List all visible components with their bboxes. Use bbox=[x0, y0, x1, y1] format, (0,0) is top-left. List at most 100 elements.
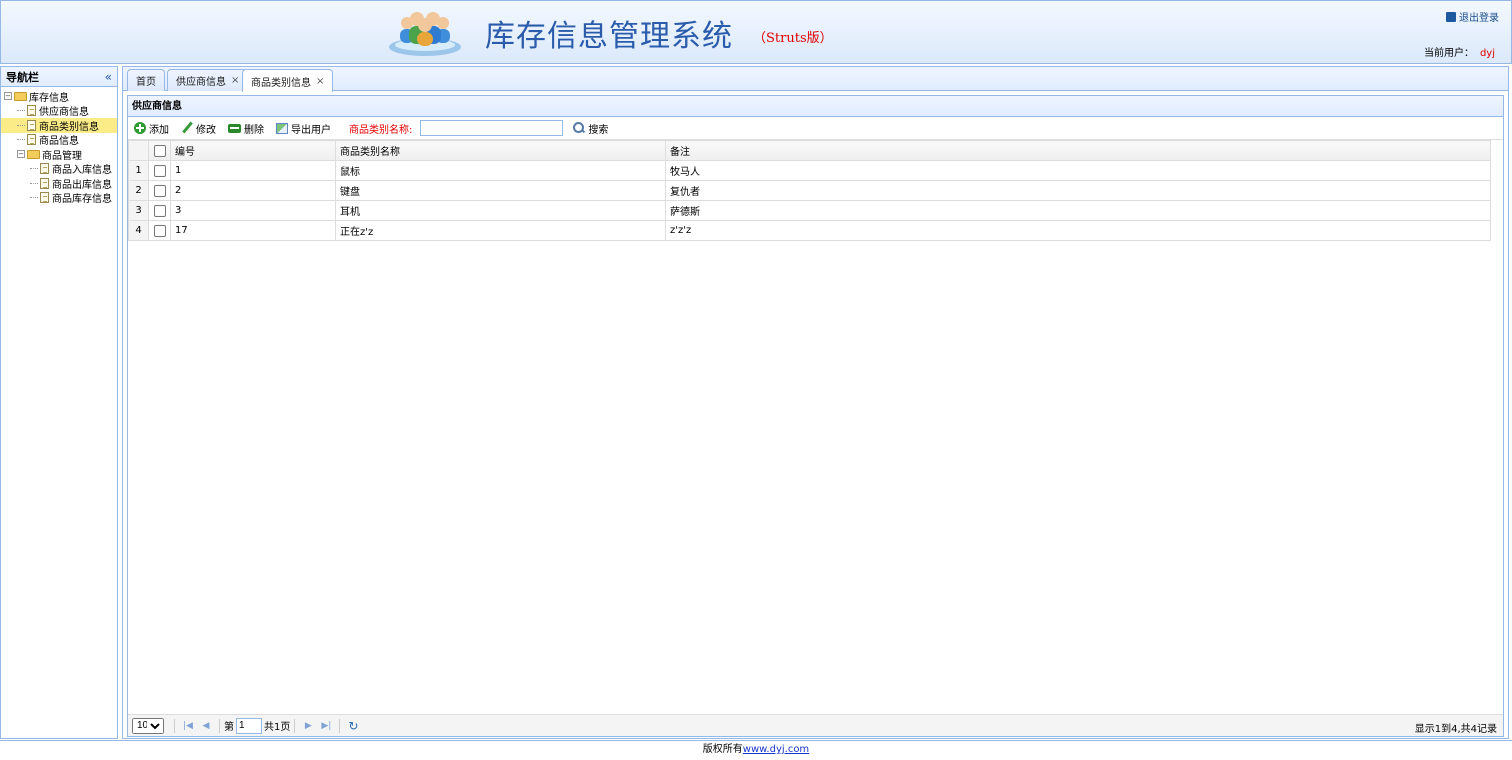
row-number-header bbox=[128, 140, 149, 161]
file-icon bbox=[27, 134, 36, 146]
tab-label: 供应商信息 bbox=[176, 77, 226, 88]
page-total: 共1页 bbox=[264, 722, 291, 733]
tab-home[interactable]: 首页 bbox=[127, 69, 165, 91]
pager-separator bbox=[339, 718, 341, 733]
tree-label: 商品信息 bbox=[39, 136, 79, 148]
add-button[interactable]: 添加 bbox=[134, 121, 169, 136]
collapse-tree-icon[interactable]: − bbox=[17, 150, 25, 159]
file-icon bbox=[40, 177, 49, 189]
edit-button[interactable]: 修改 bbox=[181, 121, 216, 136]
tree-item-stock-out[interactable]: 商品出库信息 bbox=[1, 176, 117, 191]
tree-connector bbox=[17, 139, 25, 141]
footer: 版权所有www.dyj.com bbox=[0, 740, 1512, 760]
checkbox-icon bbox=[153, 184, 166, 197]
first-page-icon[interactable]: |◀ bbox=[179, 721, 197, 731]
nav-header: 导航栏 « bbox=[1, 67, 117, 87]
current-user-name: dyj bbox=[1479, 48, 1495, 59]
export-button[interactable]: 导出用户 bbox=[276, 121, 331, 136]
row-checkbox[interactable] bbox=[148, 200, 171, 221]
page-number-input[interactable] bbox=[236, 717, 262, 734]
row-checkbox[interactable] bbox=[148, 160, 171, 181]
search-icon bbox=[573, 122, 585, 134]
page-size-select[interactable]: 10 bbox=[132, 717, 164, 734]
tree-label: 商品类别信息 bbox=[39, 121, 99, 133]
cell-name: 鼠标 bbox=[335, 160, 666, 181]
current-user: 当前用户： dyj bbox=[1424, 44, 1495, 59]
tab-label: 首页 bbox=[136, 77, 156, 88]
file-icon bbox=[27, 105, 36, 117]
last-page-icon[interactable]: ▶| bbox=[317, 721, 335, 731]
collapse-icon[interactable]: « bbox=[105, 70, 112, 84]
prev-page-icon[interactable]: ◀ bbox=[197, 721, 215, 731]
page-prefix: 第 bbox=[224, 722, 234, 733]
cell-note: 复仇者 bbox=[665, 180, 1491, 201]
table-row[interactable]: 3 3 耳机 萨德斯 bbox=[128, 200, 1491, 221]
close-icon[interactable]: × bbox=[231, 75, 239, 86]
tree-connector bbox=[17, 124, 25, 126]
tree-label: 商品管理 bbox=[42, 150, 82, 162]
column-header-name[interactable]: 商品类别名称 bbox=[335, 140, 666, 161]
tab-category[interactable]: 商品类别信息 × bbox=[242, 69, 334, 92]
file-icon bbox=[40, 163, 49, 175]
tree-label: 商品出库信息 bbox=[52, 179, 112, 191]
tree-folder-inventory[interactable]: − 库存信息 bbox=[1, 89, 117, 104]
close-icon[interactable]: × bbox=[316, 76, 324, 87]
refresh-icon[interactable]: ↻ bbox=[344, 719, 362, 733]
tree-label: 供应商信息 bbox=[39, 107, 89, 119]
category-table: 编号 商品类别名称 备注 1 1 鼠标 牧马人 2 2 键盘 复仇者 3 3 耳… bbox=[128, 140, 1491, 241]
category-name-input[interactable] bbox=[420, 120, 564, 136]
tree-connector bbox=[30, 168, 38, 170]
logout-label: 退出登录 bbox=[1459, 13, 1499, 24]
toolbar: 添加 修改 删除 导出用户 商品类别名称: 搜索 bbox=[128, 117, 1503, 140]
copyright-text: 版权所有 bbox=[702, 744, 743, 755]
current-user-label: 当前用户： bbox=[1423, 48, 1474, 59]
search-button[interactable]: 搜索 bbox=[573, 121, 608, 136]
app-subtitle: （Struts版） bbox=[753, 31, 833, 46]
row-checkbox[interactable] bbox=[148, 180, 171, 201]
file-icon bbox=[40, 192, 49, 204]
sidebar-nav: 导航栏 « − 库存信息 供应商信息 商品类别信息 商品信息 − 商品管理 商品… bbox=[0, 66, 118, 739]
tree-item-stock[interactable]: 商品库存信息 bbox=[1, 191, 117, 206]
next-page-icon[interactable]: ▶ bbox=[299, 721, 317, 731]
tab-supplier[interactable]: 供应商信息 × bbox=[167, 69, 249, 91]
tree-item-category[interactable]: 商品类别信息 bbox=[1, 118, 117, 133]
row-number: 2 bbox=[128, 180, 149, 201]
logout-button[interactable]: 退出登录 bbox=[1446, 9, 1499, 24]
column-header-id[interactable]: 编号 bbox=[170, 140, 336, 161]
pager-separator bbox=[219, 718, 220, 733]
tree-item-stock-in[interactable]: 商品入库信息 bbox=[1, 162, 117, 177]
cell-id: 3 bbox=[170, 200, 336, 221]
export-label: 导出用户 bbox=[291, 124, 331, 136]
tree-label: 商品库存信息 bbox=[52, 194, 112, 206]
cell-note: z'z'z bbox=[665, 220, 1491, 241]
tree-folder-goods-manage[interactable]: − 商品管理 bbox=[1, 147, 117, 162]
table-row[interactable]: 4 17 正在z'z z'z'z bbox=[128, 220, 1491, 241]
row-checkbox[interactable] bbox=[148, 220, 171, 241]
folder-open-icon bbox=[27, 149, 40, 159]
footer-link[interactable]: www.dyj.com bbox=[743, 744, 809, 755]
add-label: 添加 bbox=[149, 124, 169, 136]
tree-item-goods[interactable]: 商品信息 bbox=[1, 133, 117, 148]
tab-bar: 首页 供应商信息 × 商品类别信息 × bbox=[123, 67, 1508, 92]
collapse-tree-icon[interactable]: − bbox=[4, 92, 12, 101]
tab-label: 商品类别信息 bbox=[251, 77, 311, 89]
select-all-checkbox[interactable] bbox=[148, 140, 171, 161]
table-row[interactable]: 2 2 键盘 复仇者 bbox=[128, 180, 1491, 201]
delete-button[interactable]: 删除 bbox=[228, 121, 264, 136]
add-icon bbox=[134, 122, 146, 134]
pager-separator bbox=[174, 718, 175, 733]
tree-item-supplier[interactable]: 供应商信息 bbox=[1, 104, 117, 119]
logout-icon bbox=[1446, 11, 1456, 22]
table-row[interactable]: 1 1 鼠标 牧马人 bbox=[128, 160, 1491, 181]
delete-icon bbox=[228, 123, 241, 133]
cell-id: 2 bbox=[170, 180, 336, 201]
tree-label: 商品入库信息 bbox=[52, 165, 112, 177]
row-number: 3 bbox=[128, 200, 149, 221]
tree-label: 库存信息 bbox=[29, 92, 69, 104]
app-title: 库存信息管理系统 bbox=[485, 19, 733, 54]
users-logo-icon bbox=[389, 12, 461, 56]
search-button-label: 搜索 bbox=[588, 124, 609, 136]
delete-label: 删除 bbox=[244, 124, 264, 136]
column-header-note[interactable]: 备注 bbox=[665, 140, 1491, 161]
cell-id: 1 bbox=[170, 160, 336, 181]
